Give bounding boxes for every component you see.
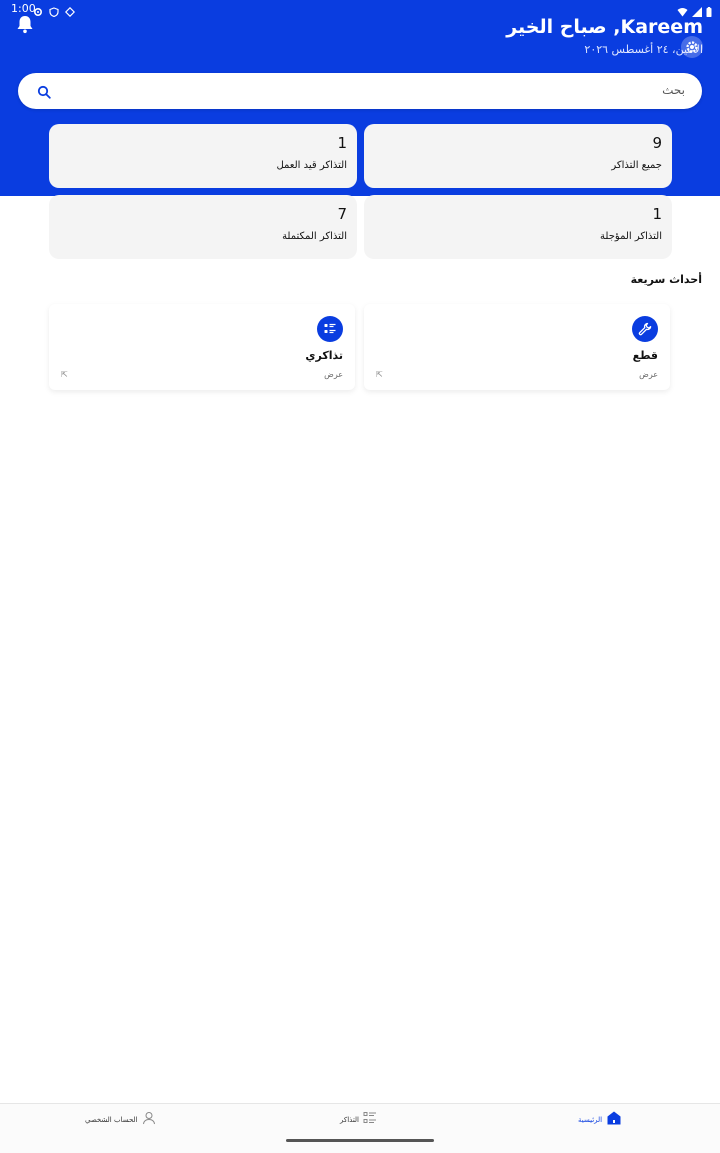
list-icon (317, 316, 343, 342)
notifications-bell-icon[interactable] (16, 14, 34, 34)
action-view-label: عرض (324, 370, 343, 379)
stat-value: 9 (652, 134, 662, 152)
nav-item-profile[interactable]: الحساب الشخصي (85, 1110, 156, 1129)
stat-label: التذاكر المكتملة (282, 231, 347, 242)
stat-card-completed[interactable]: 7 التذاكر المكتملة (49, 195, 357, 259)
settings-gear-icon[interactable] (681, 36, 703, 58)
nav-item-home[interactable]: الرئيسية (578, 1110, 622, 1130)
home-indicator[interactable] (286, 1139, 434, 1142)
action-view-label: عرض (639, 370, 658, 379)
profile-icon (142, 1110, 156, 1129)
status-notification-icons (33, 2, 76, 21)
home-icon (606, 1110, 622, 1130)
nav-label: الرئيسية (578, 1116, 603, 1124)
search-input[interactable]: بحث (662, 83, 685, 97)
quick-action-parts[interactable]: قطع عرض ⇱ (364, 304, 670, 390)
stat-card-postponed[interactable]: 1 التذاكر المؤجلة (364, 195, 672, 259)
stat-label: التذاكر قيد العمل (276, 160, 347, 171)
search-icon[interactable] (37, 84, 51, 99)
stat-label: جميع التذاكر (611, 160, 662, 171)
tickets-icon (363, 1110, 377, 1129)
stat-card-in-progress[interactable]: 1 التذاكر قيد العمل (49, 124, 357, 188)
stat-value: 1 (652, 205, 662, 223)
stat-value: 1 (337, 134, 347, 152)
action-title: تذاكري (305, 349, 343, 362)
shield-status-icon (49, 2, 59, 21)
quick-action-my-tickets[interactable]: تذاكري عرض ⇱ (49, 304, 355, 390)
nav-label: التذاكر (340, 1115, 360, 1124)
arrow-up-left-icon: ⇱ (376, 370, 383, 379)
arrow-up-left-icon: ⇱ (61, 370, 68, 379)
nav-item-tickets[interactable]: التذاكر (340, 1110, 377, 1129)
greeting-title: صباح الخير ,Kareem (506, 16, 703, 38)
stat-label: التذاكر المؤجلة (600, 231, 662, 242)
battery-icon (706, 2, 712, 21)
wrench-icon (632, 316, 658, 342)
settings-status-icon (33, 2, 43, 21)
action-title: قطع (632, 349, 658, 362)
stat-card-all-tickets[interactable]: 9 جميع التذاكر (364, 124, 672, 188)
search-bar[interactable]: بحث (18, 73, 702, 109)
bottom-navigation: الرئيسية التذاكر الحساب الشخصي (0, 1103, 720, 1153)
stat-value: 7 (337, 205, 347, 223)
nav-label: الحساب الشخصي (85, 1115, 138, 1124)
quick-actions-title: أحداث سريعة (630, 273, 702, 286)
diamond-status-icon (64, 2, 76, 21)
